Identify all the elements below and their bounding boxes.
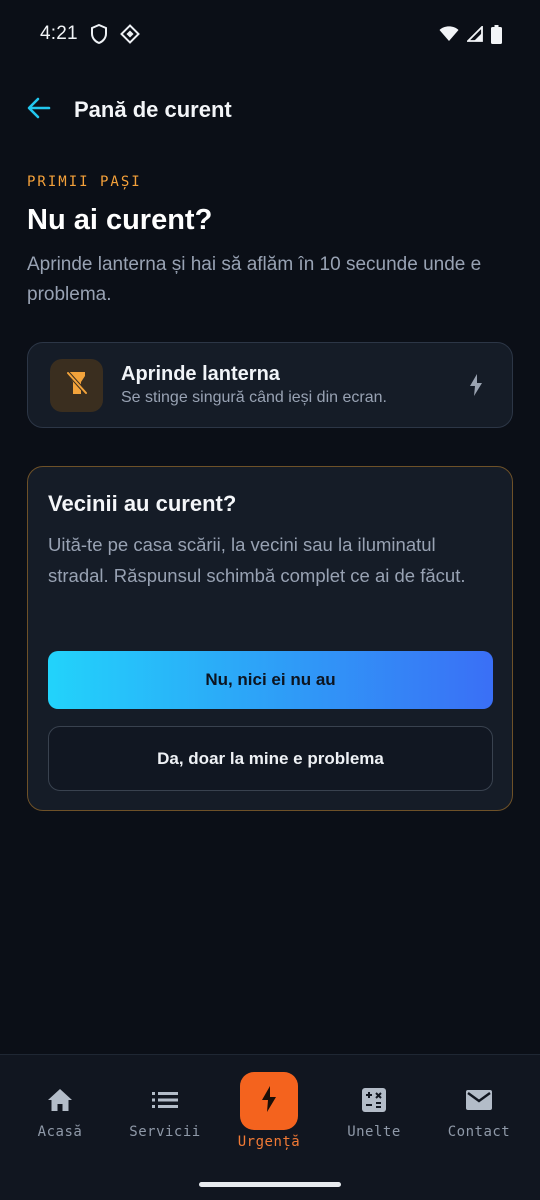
- nav-label: Acasă: [37, 1124, 83, 1140]
- wifi-icon: [439, 26, 459, 42]
- bottom-nav: Acasă Servicii Urgență Unelte Contact: [0, 1054, 540, 1200]
- flashlight-off-icon: [64, 369, 90, 402]
- flashlight-icon-box: [50, 358, 103, 412]
- headline: Nu ai curent?: [27, 204, 213, 236]
- shield-icon: [90, 24, 108, 44]
- nav-label: Unelte: [347, 1124, 401, 1140]
- nav-item-acasa[interactable]: Acasă: [10, 1085, 110, 1140]
- status-right: [439, 24, 502, 44]
- answer-yes-button[interactable]: Da, doar la mine e problema: [48, 726, 493, 791]
- nav-item-unelte[interactable]: Unelte: [324, 1085, 424, 1140]
- list-icon: [150, 1085, 180, 1115]
- subtitle: Aprinde lanterna și hai să aflăm în 10 s…: [27, 254, 482, 305]
- status-bar: 4:21: [0, 0, 540, 68]
- status-time: 4:21: [40, 23, 78, 44]
- back-button[interactable]: [24, 95, 54, 125]
- flashlight-card[interactable]: Aprinde lanterna Se stinge singură când …: [27, 342, 513, 428]
- flashlight-text: Aprinde lanterna Se stinge singură când …: [121, 363, 462, 407]
- flashlight-subtitle: Se stinge singură când ieși din ecran.: [121, 389, 387, 406]
- nav-item-servicii[interactable]: Servicii: [115, 1085, 215, 1140]
- section-eyebrow: PRIMII PAȘI: [27, 174, 142, 190]
- status-left: 4:21: [40, 23, 140, 45]
- calculator-icon: [359, 1085, 389, 1115]
- home-indicator[interactable]: [199, 1182, 341, 1187]
- nav-item-urgenta[interactable]: Urgență: [219, 1072, 319, 1150]
- question-title: Vecinii au curent?: [48, 491, 237, 516]
- urgency-fab: [240, 1072, 298, 1130]
- nav-item-contact[interactable]: Contact: [429, 1085, 529, 1140]
- home-icon: [45, 1085, 75, 1115]
- flashlight-title: Aprinde lanterna: [121, 363, 280, 385]
- bolt-icon: [462, 374, 490, 396]
- bolt-icon: [261, 1085, 277, 1117]
- answer-no-button[interactable]: Nu, nici ei nu au: [48, 651, 493, 709]
- arrow-left-icon: [27, 97, 51, 124]
- screen: 4:21 Pană de curent PRIMII PAȘI Nu ai cu…: [0, 0, 540, 1200]
- nav-label: Urgență: [237, 1134, 301, 1150]
- cellular-signal-icon: [467, 26, 483, 42]
- mail-icon: [464, 1085, 494, 1115]
- nav-label: Servicii: [129, 1124, 201, 1140]
- app-bar: Pană de curent: [0, 80, 540, 140]
- nav-label: Contact: [447, 1124, 511, 1140]
- question-card: Vecinii au curent? Uită-te pe casa scări…: [27, 466, 513, 811]
- battery-icon: [491, 24, 502, 44]
- vpn-key-icon: [119, 24, 140, 44]
- question-body: Uită-te pe casa scării, la vecini sau la…: [48, 534, 466, 586]
- page-title: Pană de curent: [74, 97, 232, 122]
